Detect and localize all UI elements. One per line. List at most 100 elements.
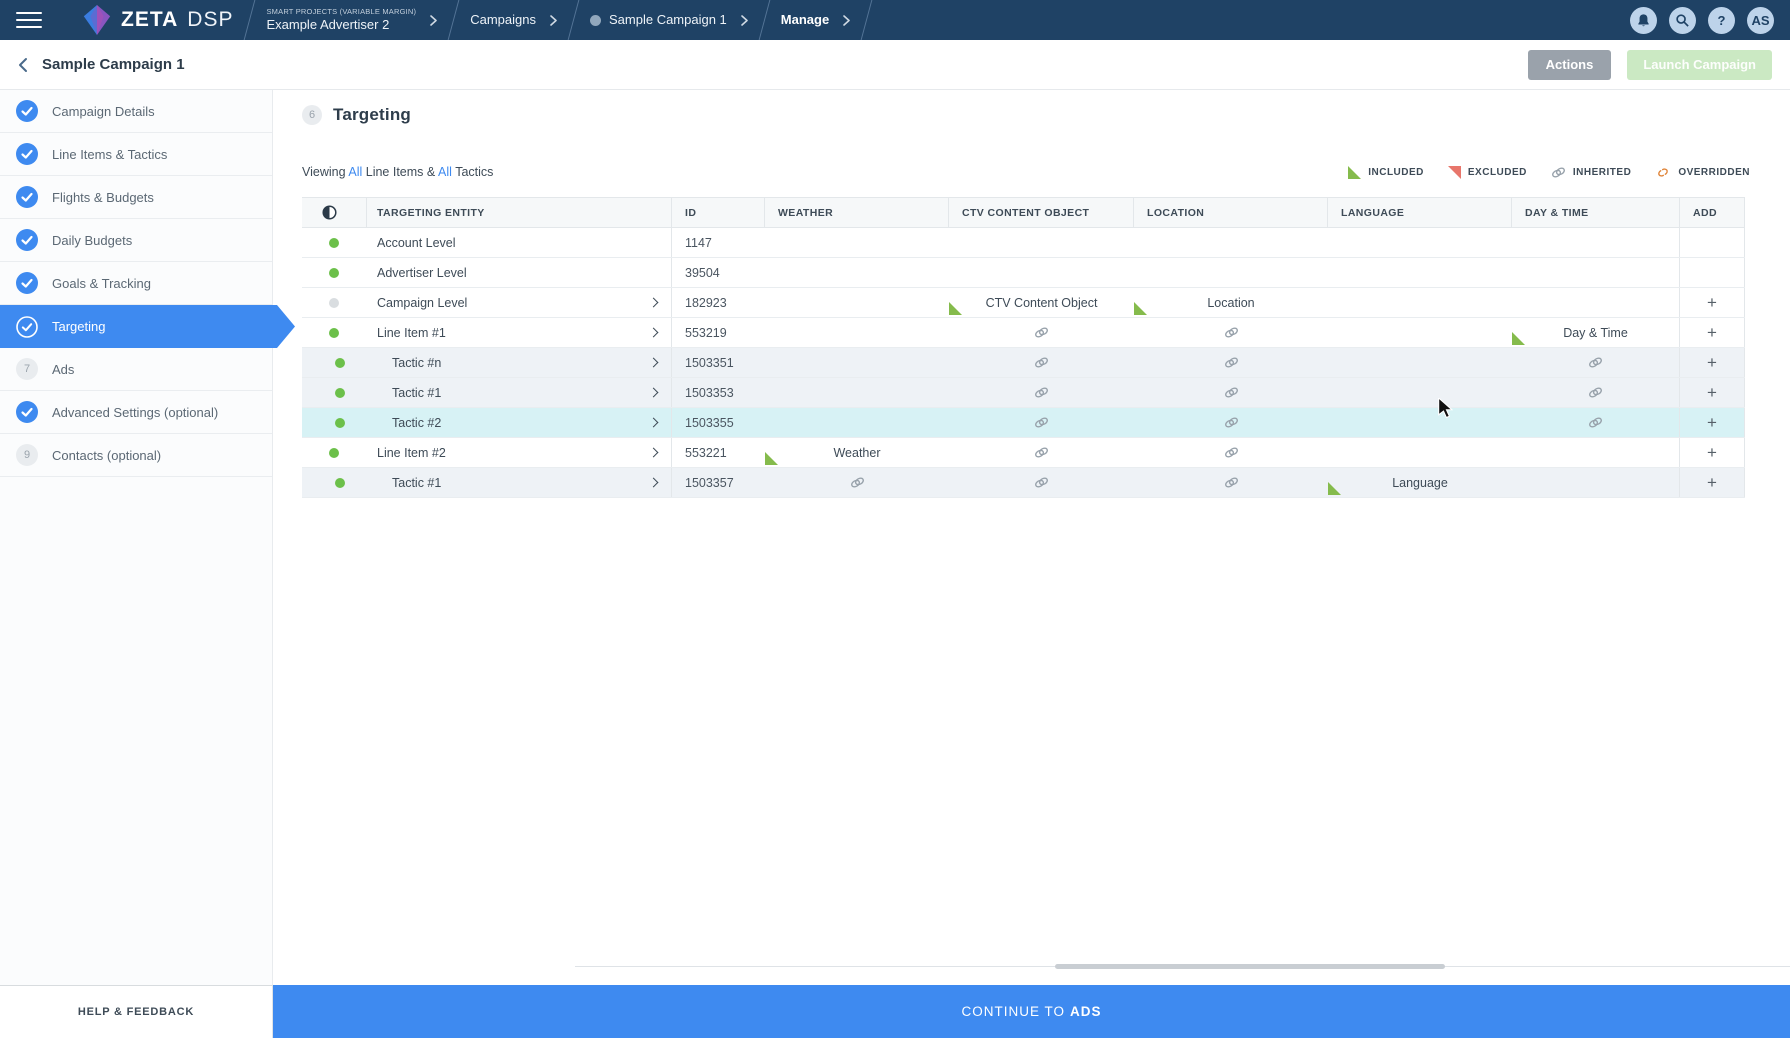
sidebar-item-targeting[interactable]: Targeting	[0, 305, 295, 348]
included-target-label[interactable]: Weather	[833, 446, 880, 460]
expand-chevron-icon[interactable]	[649, 418, 659, 428]
table-row[interactable]: Tactic #11503353+	[302, 378, 1745, 408]
step-status-icon: 7	[16, 358, 38, 380]
table-row[interactable]: Campaign Level182923CTV Content ObjectLo…	[302, 288, 1745, 318]
breadcrumb-item-manage[interactable]: Manage	[781, 12, 850, 28]
inherited-chain-icon[interactable]	[1224, 415, 1239, 430]
inherited-chain-icon[interactable]	[1588, 415, 1603, 430]
daytime-cell	[1512, 408, 1680, 437]
expand-chevron-icon[interactable]	[649, 388, 659, 398]
all-line-items-link[interactable]: All	[348, 165, 362, 179]
table-row[interactable]: Advertiser Level39504	[302, 258, 1745, 288]
page-header: Sample Campaign 1 Actions Launch Campaig…	[0, 40, 1790, 90]
column-header-weather: WEATHER	[765, 198, 949, 227]
expand-chevron-icon[interactable]	[649, 298, 659, 308]
inherited-chain-icon[interactable]	[1224, 445, 1239, 460]
table-row[interactable]: Line Item #1553219Day & Time+	[302, 318, 1745, 348]
expand-chevron-icon[interactable]	[649, 478, 659, 488]
table-row[interactable]: Line Item #2553221Weather+	[302, 438, 1745, 468]
location-cell	[1134, 258, 1328, 287]
inherited-chain-icon[interactable]	[1224, 475, 1239, 490]
id-value: 1503351	[685, 356, 734, 370]
table-row[interactable]: Tactic #11503357Language+	[302, 468, 1745, 498]
expand-chevron-icon[interactable]	[649, 358, 659, 368]
continue-to-ads-button[interactable]: CONTINUE TO ADS	[273, 985, 1790, 1038]
inherited-chain-icon[interactable]	[1224, 355, 1239, 370]
inherited-chain-icon[interactable]	[1034, 325, 1049, 340]
launch-campaign-button[interactable]: Launch Campaign	[1627, 50, 1772, 80]
entity-label: Advertiser Level	[377, 266, 467, 280]
row-status-cell	[302, 468, 367, 497]
add-targeting-button[interactable]: +	[1707, 474, 1717, 491]
id-value: 553219	[685, 326, 727, 340]
add-cell: +	[1680, 408, 1745, 437]
inherited-chain-icon[interactable]	[850, 475, 865, 490]
breadcrumb-item-campaigns[interactable]: Campaigns	[470, 12, 557, 28]
avatar[interactable]: AS	[1747, 7, 1774, 34]
horizontal-scrollbar-thumb[interactable]	[1055, 964, 1445, 969]
notifications-bell-icon[interactable]	[1630, 7, 1657, 34]
row-status-cell	[302, 378, 367, 407]
campaign-status-dot-icon	[590, 15, 601, 26]
column-visibility-toggle[interactable]	[302, 198, 367, 227]
ctv-cell	[949, 468, 1134, 497]
add-targeting-button[interactable]: +	[1707, 354, 1717, 371]
daytime-cell	[1512, 438, 1680, 467]
inherited-chain-icon[interactable]	[1588, 385, 1603, 400]
table-row[interactable]: Account Level1147	[302, 228, 1745, 258]
inherited-chain-icon[interactable]	[1034, 445, 1049, 460]
help-icon[interactable]: ?	[1708, 7, 1735, 34]
legend-excluded: EXCLUDED	[1448, 166, 1527, 179]
included-target-label[interactable]: Language	[1392, 476, 1448, 490]
breadcrumb-item-sample-campaign-1[interactable]: Sample Campaign 1	[590, 12, 748, 28]
id-value: 1503355	[685, 416, 734, 430]
add-targeting-button[interactable]: +	[1707, 444, 1717, 461]
inherited-chain-icon[interactable]	[1034, 355, 1049, 370]
sidebar-item-flights-budgets[interactable]: Flights & Budgets	[0, 176, 272, 219]
breadcrumb-item-example-advertiser-2[interactable]: SMART PROJECTS (VARIABLE MARGIN)Example …	[266, 7, 437, 33]
sidebar-item-line-items-tactics[interactable]: Line Items & Tactics	[0, 133, 272, 176]
language-cell	[1328, 378, 1512, 407]
inherited-chain-icon[interactable]	[1224, 325, 1239, 340]
sidebar-item-ads[interactable]: 7Ads	[0, 348, 272, 391]
included-target-label[interactable]: CTV Content Object	[986, 296, 1098, 310]
add-targeting-button[interactable]: +	[1707, 414, 1717, 431]
breadcrumb-caption: SMART PROJECTS (VARIABLE MARGIN)	[266, 7, 416, 16]
add-targeting-button[interactable]: +	[1707, 384, 1717, 401]
step-status-icon	[16, 401, 38, 423]
inherited-chain-icon[interactable]	[1224, 385, 1239, 400]
table-row[interactable]: Tactic #n1503351+	[302, 348, 1745, 378]
brand-logo[interactable]: ZETA DSP	[82, 4, 233, 36]
add-targeting-button[interactable]: +	[1707, 294, 1717, 311]
expand-chevron-icon[interactable]	[649, 448, 659, 458]
inherited-chain-icon[interactable]	[1034, 385, 1049, 400]
expand-chevron-icon[interactable]	[649, 328, 659, 338]
entity-cell: Line Item #2	[367, 438, 672, 467]
add-targeting-button[interactable]: +	[1707, 324, 1717, 341]
viewing-prefix: Viewing	[302, 165, 346, 179]
language-cell	[1328, 408, 1512, 437]
sidebar-item-daily-budgets[interactable]: Daily Budgets	[0, 219, 272, 262]
inherited-chain-icon[interactable]	[1034, 415, 1049, 430]
inherited-chain-icon[interactable]	[1034, 475, 1049, 490]
included-target-label[interactable]: Location	[1207, 296, 1254, 310]
entity-label: Account Level	[377, 236, 456, 250]
legend-label: OVERRIDDEN	[1678, 167, 1750, 178]
id-cell: 1503355	[672, 408, 765, 437]
included-target-label[interactable]: Day & Time	[1563, 326, 1628, 340]
sidebar-item-contacts-optional[interactable]: 9Contacts (optional)	[0, 434, 272, 477]
all-tactics-link[interactable]: All	[438, 165, 452, 179]
actions-button[interactable]: Actions	[1528, 50, 1612, 80]
sidebar-item-advanced-settings-optional[interactable]: Advanced Settings (optional)	[0, 391, 272, 434]
sidebar-item-goals-tracking[interactable]: Goals & Tracking	[0, 262, 272, 305]
back-button[interactable]	[18, 57, 28, 73]
search-icon[interactable]	[1669, 7, 1696, 34]
step-status-icon	[16, 100, 38, 122]
table-row[interactable]: Tactic #21503355+	[302, 408, 1745, 438]
hamburger-menu-icon[interactable]	[16, 12, 42, 29]
sidebar-item-label: Contacts (optional)	[52, 448, 161, 463]
column-header-label: TARGETING ENTITY	[377, 207, 485, 219]
help-feedback-button[interactable]: HELP & FEEDBACK	[0, 985, 273, 1038]
inherited-chain-icon[interactable]	[1588, 355, 1603, 370]
sidebar-item-campaign-details[interactable]: Campaign Details	[0, 90, 272, 133]
